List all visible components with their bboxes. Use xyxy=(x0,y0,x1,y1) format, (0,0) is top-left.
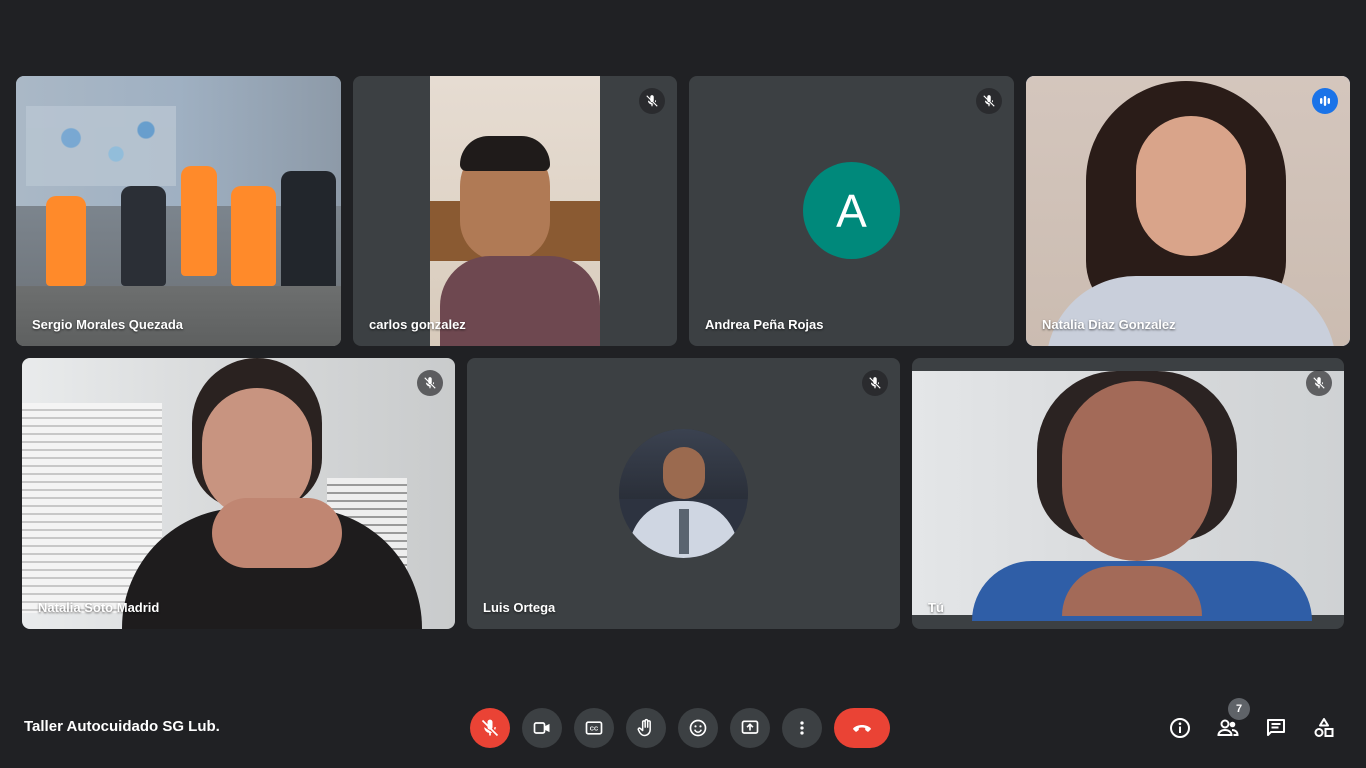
emoji-icon xyxy=(689,719,707,737)
mic-off-icon xyxy=(1306,370,1332,396)
participant-name: Tú xyxy=(928,600,944,615)
participant-tile[interactable]: Sergio Morales Quezada xyxy=(16,76,341,346)
emoji-reactions-button[interactable] xyxy=(678,708,718,748)
activities-icon xyxy=(1314,718,1334,737)
avatar-initial: A xyxy=(836,184,867,237)
speaking-indicator-icon xyxy=(1312,88,1338,114)
mic-off-icon xyxy=(481,719,499,737)
hand-icon xyxy=(637,718,651,737)
participant-count-badge: 7 xyxy=(1228,698,1250,720)
chat-icon xyxy=(1267,719,1285,736)
more-options-button[interactable] xyxy=(782,708,822,748)
present-icon xyxy=(741,720,759,734)
participant-tile[interactable]: Luis Ortega xyxy=(467,358,900,629)
mic-off-icon xyxy=(976,88,1002,114)
participant-video xyxy=(430,76,600,346)
mic-off-icon xyxy=(417,370,443,396)
camera-icon xyxy=(533,722,550,734)
activities-button[interactable] xyxy=(1310,714,1338,742)
more-vert-icon xyxy=(800,721,804,735)
captions-button[interactable]: CC xyxy=(574,708,614,748)
participant-name: Luis Ortega xyxy=(483,600,556,615)
participant-tile[interactable]: A Andrea Peña Rojas xyxy=(689,76,1014,346)
participant-name: Sergio Morales Quezada xyxy=(32,317,183,332)
participant-name: carlos gonzalez xyxy=(369,317,466,332)
captions-icon: CC xyxy=(585,721,603,735)
end-call-button[interactable] xyxy=(834,708,890,748)
info-icon xyxy=(1170,718,1190,738)
present-screen-button[interactable] xyxy=(730,708,770,748)
raise-hand-button[interactable] xyxy=(626,708,666,748)
camera-toggle-button[interactable] xyxy=(522,708,562,748)
meeting-title: Taller Autocuidado SG Lub. xyxy=(24,718,220,735)
participant-name: Natalia Diaz Gonzalez xyxy=(1042,317,1176,332)
participant-video xyxy=(22,358,455,629)
mic-off-icon xyxy=(639,88,665,114)
mic-toggle-button[interactable] xyxy=(470,708,510,748)
participant-name: Andrea Peña Rojas xyxy=(705,317,824,332)
participant-video xyxy=(16,76,341,346)
svg-text:CC: CC xyxy=(590,727,599,733)
participant-tile-self[interactable]: Tú xyxy=(912,358,1344,629)
avatar xyxy=(619,429,748,558)
avatar: A xyxy=(803,162,900,259)
mic-off-icon xyxy=(862,370,888,396)
participant-tile[interactable]: carlos gonzalez xyxy=(353,76,677,346)
participant-name: Natalia Soto Madrid xyxy=(38,600,160,615)
end-call-icon xyxy=(853,725,871,732)
participant-video xyxy=(1026,76,1350,346)
participant-tile[interactable]: Natalia Diaz Gonzalez xyxy=(1026,76,1350,346)
meeting-info-button[interactable] xyxy=(1166,714,1194,742)
participant-video xyxy=(912,371,1344,621)
participant-tile[interactable]: Natalia Soto Madrid xyxy=(22,358,455,629)
chat-button[interactable] xyxy=(1262,714,1290,742)
